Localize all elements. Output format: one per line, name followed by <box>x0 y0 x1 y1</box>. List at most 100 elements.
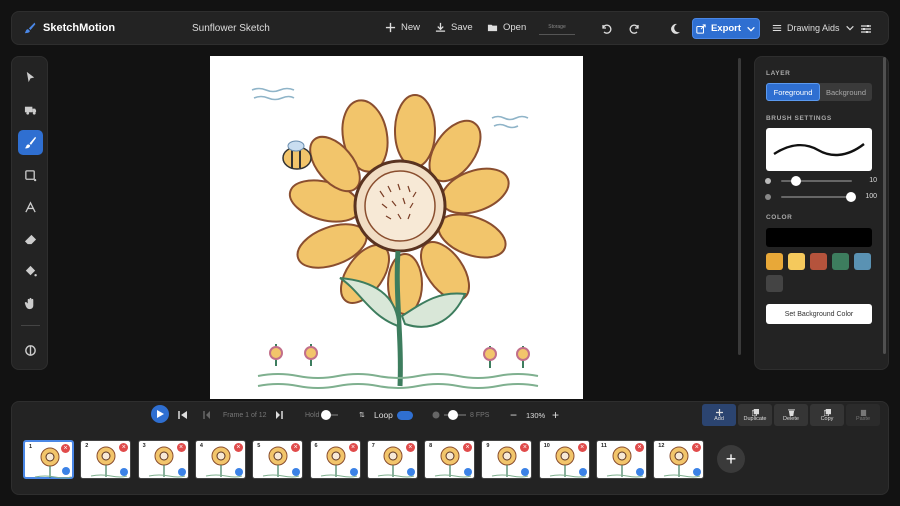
eraser-tool[interactable] <box>18 227 43 252</box>
drawing-aids-menu[interactable]: Drawing Aids <box>772 23 855 33</box>
redo-button[interactable] <box>627 21 643 37</box>
hold-control[interactable]: Hold <box>305 406 339 424</box>
frame-thumbnail[interactable]: 9 × <box>481 440 533 479</box>
frame-thumbnail[interactable]: 1 × <box>23 440 74 479</box>
delete-frame-icon[interactable]: × <box>176 443 186 452</box>
save-button[interactable]: Save <box>435 22 473 33</box>
move-tool[interactable] <box>18 97 43 122</box>
opacity-track[interactable] <box>781 196 852 198</box>
set-background-color-button[interactable]: Set Background Color <box>766 304 872 324</box>
duplicate-frame-icon[interactable] <box>406 468 415 476</box>
export-button[interactable]: Export <box>692 18 760 39</box>
color-swatch[interactable] <box>810 253 827 270</box>
open-button[interactable]: Open <box>487 22 526 33</box>
brush-size-slider[interactable]: 10 <box>765 176 877 186</box>
zoom-out-button[interactable]: − <box>510 406 517 424</box>
frame-thumbnail[interactable]: 6 × <box>309 440 361 479</box>
fps-control[interactable]: 8 FPS <box>432 406 489 424</box>
canvas-scrollbar[interactable] <box>738 58 741 355</box>
first-frame-button[interactable] <box>178 406 188 424</box>
frame-counter: Frame 1 of 12 <box>223 411 267 419</box>
frame-thumbnail[interactable]: 5 × <box>252 440 304 479</box>
hand-tool[interactable] <box>18 291 43 316</box>
frame-thumbnail[interactable]: 3 × <box>137 440 189 479</box>
paste-label: Paste <box>855 415 871 422</box>
brush-opacity-slider[interactable]: 100 <box>765 192 877 202</box>
delete-label: Delete <box>783 415 799 422</box>
delete-frame-icon[interactable]: × <box>577 443 587 452</box>
color-swatch[interactable] <box>766 275 783 292</box>
redo-icon <box>629 24 639 34</box>
brush-logo-icon <box>24 22 36 34</box>
color-swatch[interactable] <box>766 253 783 270</box>
current-color[interactable] <box>766 228 872 247</box>
eyedropper-tool[interactable] <box>18 338 43 363</box>
color-swatch[interactable] <box>788 253 805 270</box>
loop-control[interactable]: Loop <box>374 406 413 424</box>
new-button[interactable]: New <box>385 22 420 33</box>
add-frame-tool[interactable]: Add <box>702 404 736 426</box>
layer-switch: Foreground Background <box>766 83 872 101</box>
frame-strip: 1 × 2 × 3 × 4 × 5 × 6 × 7 × 8 × 9 × 10 × 11 × 12 × <box>23 440 723 482</box>
frame-thumbnail[interactable]: 4 × <box>194 440 246 479</box>
tool-divider <box>21 325 40 326</box>
fill-tool[interactable] <box>18 259 43 284</box>
document-title[interactable]: Sunflower Sketch <box>192 23 270 34</box>
duplicate-frame-icon[interactable] <box>578 468 587 476</box>
opacity-knob[interactable] <box>846 192 856 202</box>
export-label: Export <box>710 23 742 34</box>
foreground-tab[interactable]: Foreground <box>766 83 820 101</box>
delete-frame-tool[interactable]: Delete <box>774 404 808 426</box>
delete-frame-icon[interactable]: × <box>61 444 70 453</box>
duplicate-frame-icon[interactable] <box>234 468 243 476</box>
next-frame-button[interactable] <box>275 406 283 424</box>
color-swatch[interactable] <box>832 253 849 270</box>
play-button[interactable] <box>151 405 169 423</box>
chevron-down-icon <box>747 26 755 32</box>
brush-tool[interactable] <box>18 130 43 155</box>
color-swatch[interactable] <box>854 253 871 270</box>
undo-button[interactable] <box>598 21 614 37</box>
fps-slider[interactable] <box>444 410 466 420</box>
brush-icon <box>24 136 37 149</box>
frame-thumbnail[interactable]: 12 × <box>653 440 705 479</box>
frame-thumbnail[interactable]: 7 × <box>366 440 418 479</box>
shape-tool[interactable] <box>18 163 43 188</box>
panel-scrollbar[interactable] <box>883 57 886 354</box>
frame-thumbnail[interactable]: 8 × <box>424 440 476 479</box>
background-tab[interactable]: Background <box>820 83 872 101</box>
delete-frame-icon[interactable]: × <box>405 443 415 452</box>
theme-toggle[interactable] <box>667 21 683 37</box>
size-icon <box>765 178 771 184</box>
app-logo[interactable]: SketchMotion <box>24 21 115 34</box>
prev-frame-button[interactable] <box>203 406 211 424</box>
zoom-in-button[interactable]: + <box>552 406 559 424</box>
text-tool[interactable] <box>18 195 43 220</box>
duplicate-frame-tool[interactable]: Duplicate <box>738 404 772 426</box>
sunflower-drawing <box>251 87 539 389</box>
select-tool[interactable] <box>18 65 43 90</box>
settings-button[interactable] <box>858 21 874 37</box>
frame-thumbnail[interactable]: 10 × <box>538 440 590 479</box>
add-frame-button[interactable]: + <box>717 445 745 473</box>
drawing-canvas[interactable] <box>210 56 583 399</box>
speed-icon <box>432 411 440 419</box>
color-heading: COLOR <box>766 214 793 221</box>
duplicate-frame-icon[interactable] <box>349 468 358 476</box>
delete-frame-icon[interactable]: × <box>233 443 243 452</box>
copy-frame-tool[interactable]: Copy <box>810 404 844 426</box>
duplicate-frame-icon[interactable] <box>177 468 186 476</box>
paste-frame-tool[interactable]: Paste <box>846 404 880 426</box>
frame-thumbnail[interactable]: 2 × <box>80 440 132 479</box>
hold-knob[interactable] <box>321 410 332 420</box>
fps-knob[interactable] <box>448 410 458 420</box>
copy-label: Copy <box>820 415 834 422</box>
frame-thumbnail[interactable]: 11 × <box>596 440 647 479</box>
duplicate-frame-icon[interactable] <box>62 467 70 475</box>
hold-slider[interactable] <box>321 410 339 420</box>
loop-toggle[interactable] <box>396 410 413 420</box>
size-knob[interactable] <box>790 176 801 186</box>
duplicate-frame-icon[interactable] <box>636 468 644 476</box>
delete-frame-icon[interactable]: × <box>348 443 358 452</box>
delete-frame-icon[interactable]: × <box>635 443 644 452</box>
